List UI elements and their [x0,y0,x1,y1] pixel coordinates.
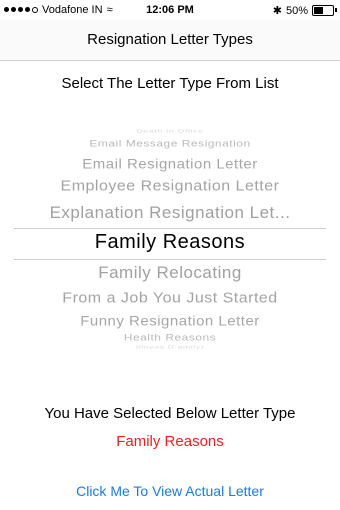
picker-item[interactable]: Explanation Resignation Let... [0,203,340,223]
status-right: ✱ 50% [272,4,337,17]
picker-item[interactable]: Death In Office [0,128,340,134]
picker-item[interactable]: Employee Resignation Letter [0,178,340,195]
picker-item[interactable]: Email Message Resignation [0,138,340,149]
bluetooth-icon: ✱ [272,5,282,17]
picker-item[interactable]: Email Resignation Letter [0,157,340,172]
picker-item[interactable]: Family Relocating [0,263,340,283]
picker-item[interactable]: Funny Resignation Letter [0,314,340,329]
status-bar: Vodafone IN ≈ 12:06 PM ✱ 50% [0,0,340,20]
picker-item[interactable]: From a Job You Just Started [0,290,340,307]
navigation-bar: Resignation Letter Types [0,20,340,61]
selected-type-value: Family Reasons [116,433,224,450]
picker-selection-line-bottom [14,259,326,260]
picker-selection-line-top [14,228,326,229]
page-title: Resignation Letter Types [87,31,253,48]
selected-type-heading: You Have Selected Below Letter Type [44,405,296,422]
view-letter-link[interactable]: Click Me To View Actual Letter [0,483,340,499]
battery-icon [312,5,337,16]
battery-percent: 50% [285,4,308,17]
picker-item[interactable]: Health Reasons [0,332,340,343]
letter-type-picker[interactable]: Death In Office Email Message Resignation… [0,128,340,354]
picker-instruction: Select The Letter Type From List [61,75,279,92]
picker-item[interactable]: Illness (Family) [0,344,340,350]
picker-item-selected[interactable]: Family Reasons [0,231,340,254]
